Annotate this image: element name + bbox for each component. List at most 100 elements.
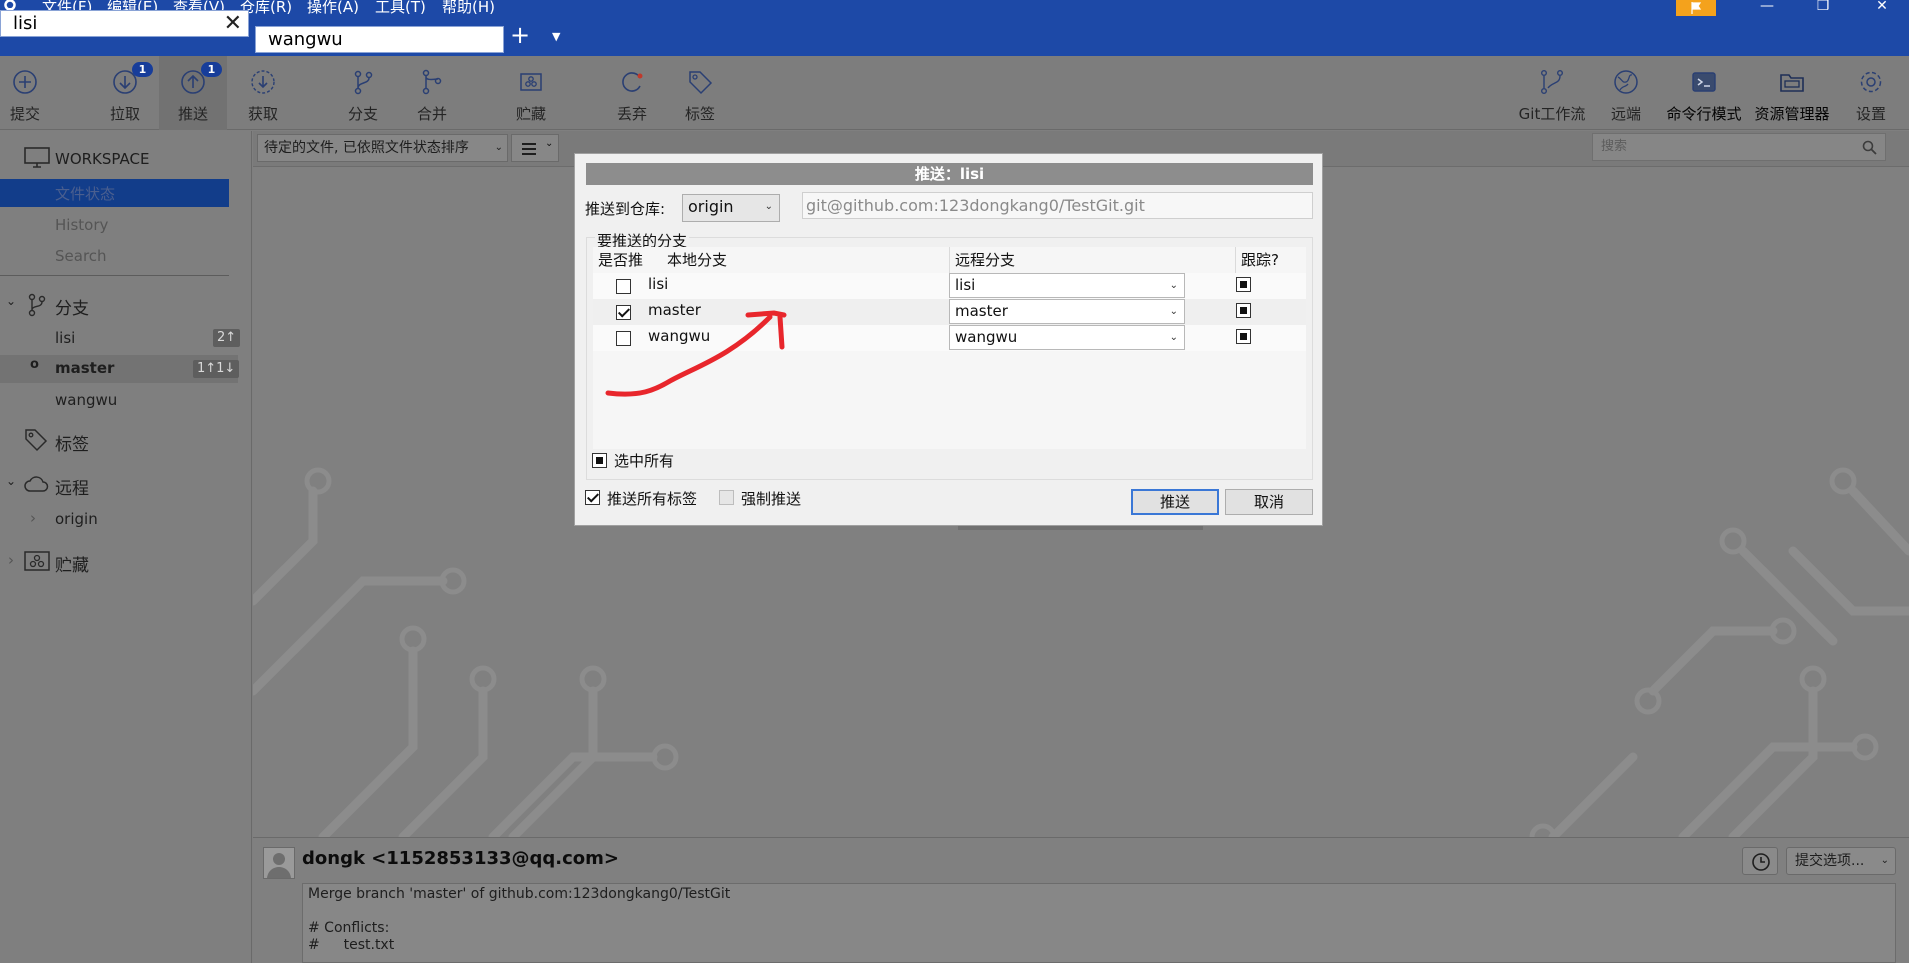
toolbar: 提交 1 拉取 1 推送 获取 分支 合并 贮藏 丢弃 标签 Git工作流 远端… bbox=[0, 56, 1909, 130]
fetch-button[interactable]: 获取 bbox=[238, 56, 288, 130]
push-all-tags-label: 推送所有标签 bbox=[607, 490, 698, 508]
sidebar-item-branch-lisi[interactable]: lisi bbox=[55, 329, 75, 347]
folder-icon bbox=[1780, 74, 1804, 92]
tag-button[interactable]: 标签 bbox=[675, 56, 725, 130]
user-icon bbox=[267, 853, 291, 878]
sidebar-item-search[interactable]: Search bbox=[55, 247, 107, 265]
close-window-icon[interactable]: ✕ bbox=[1862, 0, 1902, 16]
remote-branch-select[interactable]: lisi ⌄ bbox=[949, 273, 1185, 298]
settings-button[interactable]: 设置 bbox=[1846, 56, 1896, 130]
sidebar-item-remote-origin[interactable]: origin bbox=[55, 510, 98, 528]
stash-icon bbox=[520, 73, 542, 91]
tags-header[interactable]: 标签 bbox=[55, 430, 89, 455]
stash-header[interactable]: 贮藏 bbox=[55, 551, 89, 576]
commit-options-dropdown[interactable]: 提交选项... ⌄ bbox=[1786, 847, 1896, 875]
clock-icon bbox=[1752, 853, 1770, 871]
view-mode-dropdown[interactable]: ⌄ bbox=[511, 134, 559, 162]
sort-dropdown[interactable]: 待定的文件, 已依照文件状态排序 ⌄ bbox=[257, 134, 508, 162]
force-push-checkbox[interactable] bbox=[719, 490, 734, 505]
discard-button[interactable]: 丢弃 bbox=[607, 56, 657, 130]
push-checkbox[interactable] bbox=[616, 279, 631, 294]
chevron-down-icon[interactable]: ⌄ bbox=[6, 294, 16, 308]
close-icon[interactable]: ✕ bbox=[224, 11, 242, 36]
repository-select[interactable]: origin ⌄ bbox=[682, 194, 780, 222]
commit-author: dongk <1152853133@qq.com> bbox=[302, 848, 619, 869]
current-branch-icon: o bbox=[30, 357, 39, 372]
stash-button[interactable]: 贮藏 bbox=[506, 56, 556, 130]
chevron-down-icon: ⌄ bbox=[1169, 280, 1178, 291]
chevron-down-icon: ⌄ bbox=[1169, 332, 1178, 343]
chevron-down-icon: ⌄ bbox=[764, 201, 773, 212]
commit-message-input[interactable]: Merge branch 'master' of github.com:123d… bbox=[302, 883, 1896, 963]
header-remote-branch: 远程分支 bbox=[955, 251, 1016, 269]
branches-header[interactable]: 分支 bbox=[55, 294, 89, 319]
menu-actions[interactable]: 操作(A) bbox=[307, 0, 359, 15]
commit-history-button[interactable] bbox=[1742, 847, 1778, 875]
remotes-header[interactable]: 远程 bbox=[55, 474, 89, 499]
column-divider bbox=[1235, 247, 1236, 273]
select-all-label: 选中所有 bbox=[614, 452, 675, 470]
header-local-branch: 本地分支 bbox=[667, 251, 728, 269]
local-branch-name: lisi bbox=[648, 275, 669, 293]
cancel-button[interactable]: 取消 bbox=[1225, 489, 1313, 515]
repo-label: 推送到仓库: bbox=[585, 200, 666, 218]
title-bar: 文件(F) 编辑(E) 查看(V) 仓库(R) 操作(A) 工具(T) 帮助(H… bbox=[0, 0, 1909, 20]
plus-circle-icon bbox=[13, 70, 37, 94]
restore-icon[interactable]: ❐ bbox=[1803, 0, 1843, 16]
branch-button[interactable]: 分支 bbox=[338, 56, 388, 130]
explorer-button[interactable]: 资源管理器 bbox=[1752, 56, 1832, 130]
ahead-behind-badge: 2↑ bbox=[213, 329, 241, 347]
chevron-down-icon[interactable]: ⌄ bbox=[6, 474, 16, 488]
pull-badge: 1 bbox=[132, 62, 153, 77]
terminal-button[interactable]: 命令行模式 bbox=[1664, 56, 1744, 130]
sidebar-item-file-status[interactable]: 文件状态 bbox=[0, 179, 229, 207]
sidebar-item-branch-master[interactable]: o master 1↑1↓ bbox=[0, 355, 240, 383]
tab-lisi[interactable]: lisi ✕ bbox=[0, 10, 249, 37]
header-track: 跟踪? bbox=[1241, 251, 1279, 269]
tag-icon bbox=[689, 71, 713, 95]
app-window: 文件(F) 编辑(E) 查看(V) 仓库(R) 操作(A) 工具(T) 帮助(H… bbox=[0, 0, 1909, 963]
repo-url-field[interactable]: git@github.com:123dongkang0/TestGit.git bbox=[802, 192, 1313, 219]
globe-icon bbox=[1614, 70, 1638, 94]
tab-wangwu[interactable]: wangwu bbox=[255, 26, 504, 53]
pull-button[interactable]: 1 拉取 bbox=[100, 56, 153, 130]
gitflow-button[interactable]: Git工作流 bbox=[1512, 56, 1592, 130]
select-all-checkbox[interactable] bbox=[592, 453, 607, 468]
chevron-right-icon[interactable]: › bbox=[30, 509, 36, 527]
push-button[interactable]: 1 推送 bbox=[159, 56, 227, 130]
chevron-down-icon: ⌄ bbox=[1880, 855, 1889, 866]
chevron-right-icon[interactable]: › bbox=[8, 551, 14, 569]
annotation-arrow-icon bbox=[605, 310, 787, 397]
remote-branch-select[interactable]: master ⌄ bbox=[949, 299, 1185, 324]
track-checkbox[interactable] bbox=[1236, 277, 1251, 292]
track-checkbox[interactable] bbox=[1236, 329, 1251, 344]
list-icon bbox=[522, 143, 536, 155]
force-push-label: 强制推送 bbox=[741, 490, 802, 508]
chevron-down-icon: ⌄ bbox=[494, 142, 503, 153]
add-tab-icon[interactable]: + bbox=[510, 23, 530, 47]
workspace-header: WORKSPACE bbox=[55, 150, 150, 168]
merge-button[interactable]: 合并 bbox=[407, 56, 457, 130]
search-icon bbox=[1862, 140, 1877, 155]
sidebar-item-branch-wangwu[interactable]: wangwu bbox=[55, 391, 117, 409]
commit-button[interactable]: 提交 bbox=[0, 56, 50, 130]
sidebar bbox=[0, 131, 252, 963]
menu-help[interactable]: 帮助(H) bbox=[442, 0, 495, 15]
push-all-tags-checkbox[interactable] bbox=[585, 490, 600, 505]
menu-tools[interactable]: 工具(T) bbox=[375, 0, 426, 15]
discard-icon bbox=[622, 72, 643, 92]
sidebar-item-history[interactable]: History bbox=[55, 216, 108, 234]
push-confirm-button[interactable]: 推送 bbox=[1131, 489, 1219, 515]
push-badge: 1 bbox=[201, 62, 222, 77]
track-checkbox[interactable] bbox=[1236, 303, 1251, 318]
merge-icon bbox=[422, 69, 442, 95]
remote-branch-select[interactable]: wangwu ⌄ bbox=[949, 325, 1185, 350]
monitor-icon bbox=[24, 147, 50, 168]
remote-button[interactable]: 远端 bbox=[1601, 56, 1651, 130]
tag-icon bbox=[25, 429, 48, 452]
chevron-down-icon: ⌄ bbox=[545, 138, 554, 149]
minimize-icon[interactable]: — bbox=[1747, 0, 1787, 16]
cloud-icon bbox=[24, 476, 49, 492]
search-input[interactable]: 搜索 bbox=[1592, 133, 1886, 161]
chevron-down-icon[interactable]: ▼ bbox=[552, 30, 560, 43]
